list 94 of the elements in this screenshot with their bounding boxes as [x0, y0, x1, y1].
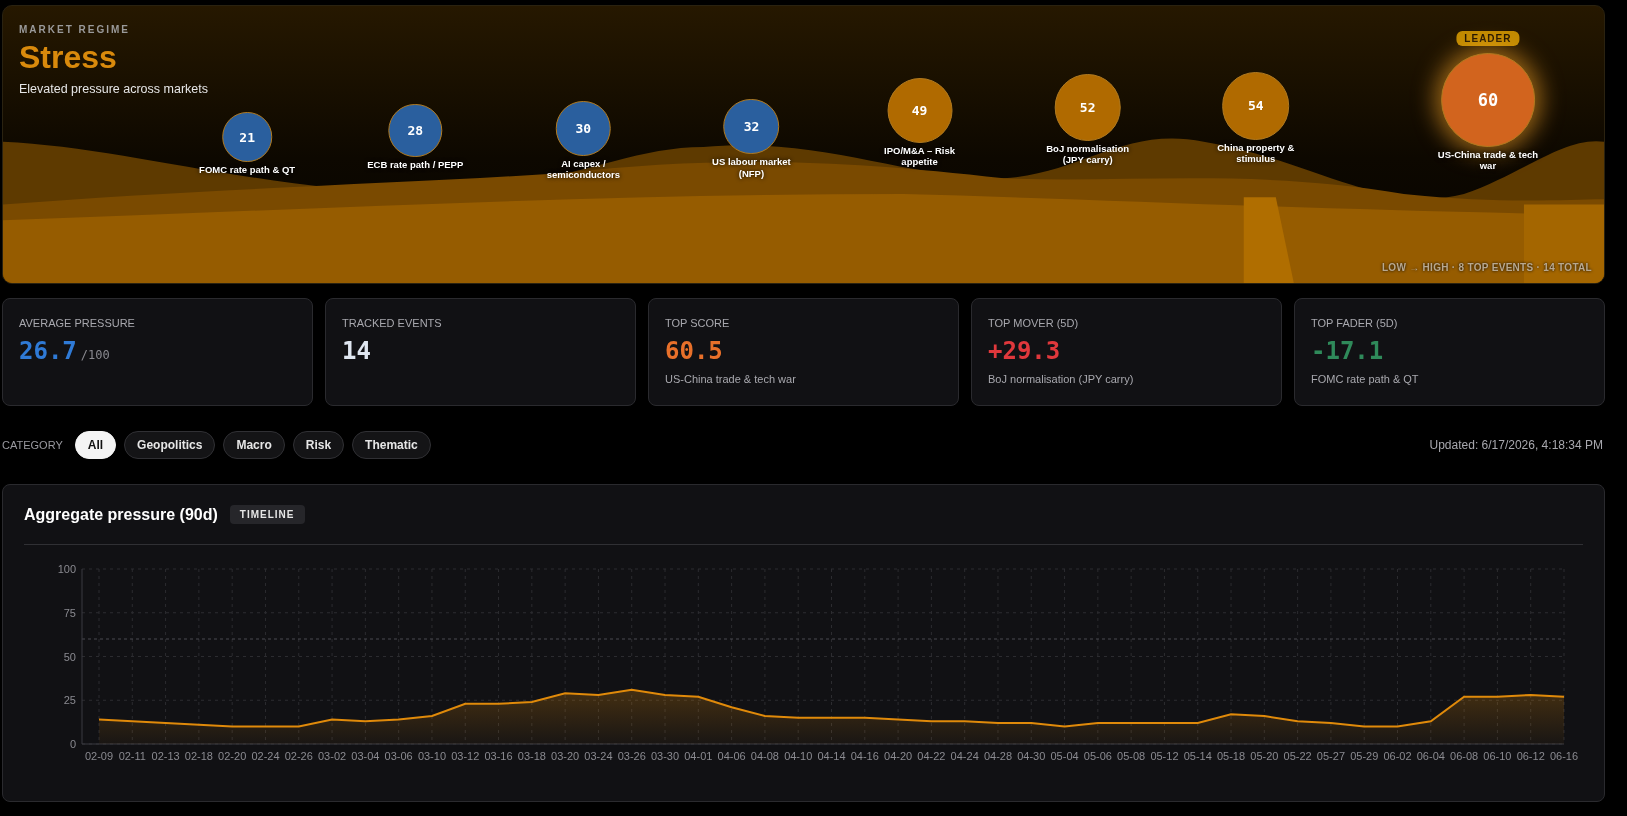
- axis-label: 03-04: [351, 750, 380, 762]
- axis-label: 05-14: [1183, 750, 1212, 762]
- stat-value: 60.5: [665, 337, 723, 365]
- regime-subtitle: Elevated pressure across markets: [19, 82, 208, 96]
- category-chip[interactable]: All: [74, 431, 117, 459]
- event-bubble[interactable]: 60: [1441, 53, 1535, 147]
- event-bubble[interactable]: 49: [887, 77, 953, 143]
- event-label: IPO/M&A – Risk appetite: [883, 144, 956, 168]
- axis-label: 02-26: [284, 750, 313, 762]
- axis-label: 04-01: [684, 750, 713, 762]
- event-bubble[interactable]: 52: [1054, 74, 1121, 141]
- axis-label: 06-12: [1516, 750, 1545, 762]
- event-bubble[interactable]: 28: [388, 103, 442, 158]
- axis-label: 25: [63, 694, 76, 707]
- axis-label: 03-26: [617, 750, 646, 762]
- leader-badge: LEADER: [1456, 31, 1520, 46]
- axis-label: 03-10: [417, 750, 446, 762]
- event-label: China property & stimulus: [1216, 141, 1296, 165]
- axis-label: 06-02: [1383, 750, 1412, 762]
- axis-label: 03-24: [584, 750, 613, 762]
- axis-label: 02-09: [84, 750, 114, 762]
- axis-label: 02-13: [151, 750, 180, 762]
- axis-label: 05-08: [1117, 750, 1146, 762]
- axis-label: 05-12: [1150, 750, 1179, 762]
- axis-label: 06-10: [1483, 750, 1512, 762]
- axis-label: 03-20: [551, 750, 580, 762]
- event-label: US-China trade & tech war: [1436, 148, 1540, 172]
- axis-label: 05-04: [1050, 750, 1079, 762]
- scale-legend: LOW → HIGH · 8 TOP EVENTS · 14 TOTAL: [1381, 262, 1592, 273]
- stat-caption: US-China trade & tech war: [665, 373, 797, 385]
- axis-label: 03-12: [451, 750, 480, 762]
- axis-label: 0: [69, 738, 76, 750]
- axis-label: 05-27: [1316, 750, 1345, 762]
- axis-label: 04-24: [950, 750, 979, 762]
- event-label: AI capex / semiconductors: [545, 157, 622, 181]
- stat-unit: /100: [80, 348, 110, 362]
- panel-tag: TIMELINE: [229, 505, 305, 524]
- axis-label: 02-20: [218, 750, 247, 762]
- axis-label: 05-22: [1283, 750, 1312, 762]
- axis-label: 04-06: [717, 750, 746, 762]
- axis-label: 03-16: [484, 750, 513, 762]
- axis-label: 04-20: [884, 750, 913, 762]
- axis-label: 04-08: [750, 750, 779, 762]
- axis-label: 04-10: [784, 750, 813, 762]
- axis-label: 75: [63, 606, 76, 619]
- axis-label: 05-06: [1083, 750, 1112, 762]
- stat-label: TOP SCORE: [665, 317, 731, 329]
- axis-label: 50: [63, 650, 76, 663]
- axis-label: 06-16: [1549, 750, 1579, 762]
- category-chip[interactable]: Risk: [292, 431, 345, 459]
- axis-label: 04-22: [917, 750, 946, 762]
- axis-label: 04-14: [817, 750, 846, 762]
- axis-label: 02-18: [184, 750, 213, 762]
- category-chip[interactable]: Thematic: [352, 431, 431, 459]
- stat-label: AVERAGE PRESSURE: [19, 317, 136, 329]
- axis-label: 05-29: [1350, 750, 1379, 762]
- axis-label: 05-20: [1250, 750, 1279, 762]
- axis-label: 100: [57, 563, 76, 575]
- event-bubble[interactable]: 30: [556, 101, 611, 156]
- stat-label: TOP FADER (5D): [1311, 317, 1399, 329]
- axis-label: 06-04: [1416, 750, 1445, 762]
- stat-value: 26.7: [19, 337, 77, 365]
- stat-label: TRACKED EVENTS: [342, 317, 443, 329]
- event-bubble[interactable]: 32: [723, 98, 780, 155]
- event-label: FOMC rate path & QT: [198, 163, 297, 176]
- axis-label: 04-28: [983, 750, 1013, 762]
- event-bubble[interactable]: 54: [1221, 71, 1290, 140]
- event-bubble[interactable]: 21: [222, 112, 272, 162]
- axis-label: 03-02: [318, 750, 347, 762]
- axis-label: 03-06: [384, 750, 413, 762]
- updated-time: Updated: 6/17/2026, 4:18:34 PM: [1429, 438, 1603, 452]
- axis-label: 02-11: [118, 750, 146, 762]
- axis-label: 03-18: [517, 750, 546, 762]
- axis-label: 04-16: [850, 750, 879, 762]
- filter-label: CATEGORY: [2, 439, 63, 451]
- axis-label: 04-30: [1017, 750, 1046, 762]
- panel-title: Aggregate pressure (90d): [24, 505, 218, 524]
- event-label: BoJ normalisation (JPY carry): [1045, 142, 1131, 166]
- stat-caption: FOMC rate path & QT: [1311, 373, 1420, 385]
- event-label: US labour market (NFP): [711, 156, 792, 180]
- category-chip[interactable]: Geopolitics: [124, 431, 216, 459]
- category-chip[interactable]: Macro: [223, 431, 285, 459]
- event-label: ECB rate path / PEPP: [366, 159, 465, 171]
- axis-label: 03-30: [650, 750, 680, 762]
- section-label: MARKET REGIME: [19, 24, 130, 35]
- regime-title: Stress: [19, 39, 117, 76]
- stat-value: 14: [342, 337, 371, 365]
- axis-label: 05-18: [1217, 750, 1246, 762]
- stat-value: +29.3: [988, 337, 1061, 365]
- axis-label: 06-08: [1450, 750, 1479, 762]
- stat-label: TOP MOVER (5D): [988, 317, 1080, 329]
- stat-value: -17.1: [1311, 337, 1384, 365]
- stat-caption: BoJ normalisation (JPY carry): [988, 373, 1135, 385]
- axis-label: 02-24: [251, 750, 280, 762]
